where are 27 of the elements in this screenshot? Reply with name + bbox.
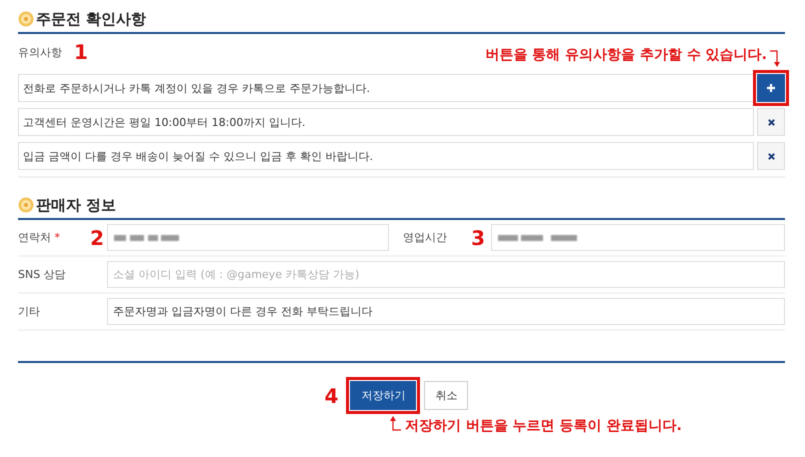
annotation-text: 저장하기 버튼을 누르면 등록이 완료됩니다. — [405, 417, 682, 435]
sns-field[interactable]: 소셜 아이디 입력 (예 : @gameye 카톡상담 가능) — [107, 261, 785, 288]
step-number: 3 — [471, 226, 485, 248]
field-label: 유의사항 — [18, 44, 62, 60]
annotation-text: 버튼을 통해 유의사항을 추가할 수 있습니다. — [485, 46, 767, 64]
close-icon — [766, 118, 776, 126]
step-number: 1 — [74, 41, 88, 63]
section-title: 판매자 정보 — [36, 196, 116, 214]
close-icon — [766, 152, 776, 160]
note-field[interactable]: 입금 금액이 다를 경우 배송이 늦어질 수 있으니 입금 후 확인 바랍니다. — [18, 142, 754, 170]
note-field[interactable]: 고객센터 운영시간은 평일 10:00부터 18:00까지 입니다. — [18, 108, 754, 136]
field-label: 영업시간 — [403, 230, 447, 245]
cancel-button[interactable]: 취소 — [424, 381, 468, 410]
save-button[interactable]: 저장하기 — [350, 381, 416, 410]
step-number: 2 — [90, 226, 104, 248]
other-field[interactable]: 주문자명과 입금자명이 다른 경우 전화 부탁드립니다 — [107, 298, 785, 325]
field-label: 연락처 * — [18, 230, 60, 245]
remove-button[interactable] — [757, 108, 785, 136]
contact-field[interactable] — [107, 224, 389, 251]
section-title: 주문전 확인사항 — [36, 10, 146, 28]
remove-button[interactable] — [757, 142, 785, 170]
field-label: 기타 — [18, 304, 40, 319]
business-hours-field[interactable] — [491, 224, 785, 251]
note-field[interactable]: 전화로 주문하시거나 카톡 계정이 있을 경우 카톡으로 주문가능합니다. — [18, 74, 754, 102]
field-label: SNS 상담 — [18, 267, 66, 282]
plus-icon — [766, 83, 776, 93]
step-number: 4 — [324, 384, 338, 406]
